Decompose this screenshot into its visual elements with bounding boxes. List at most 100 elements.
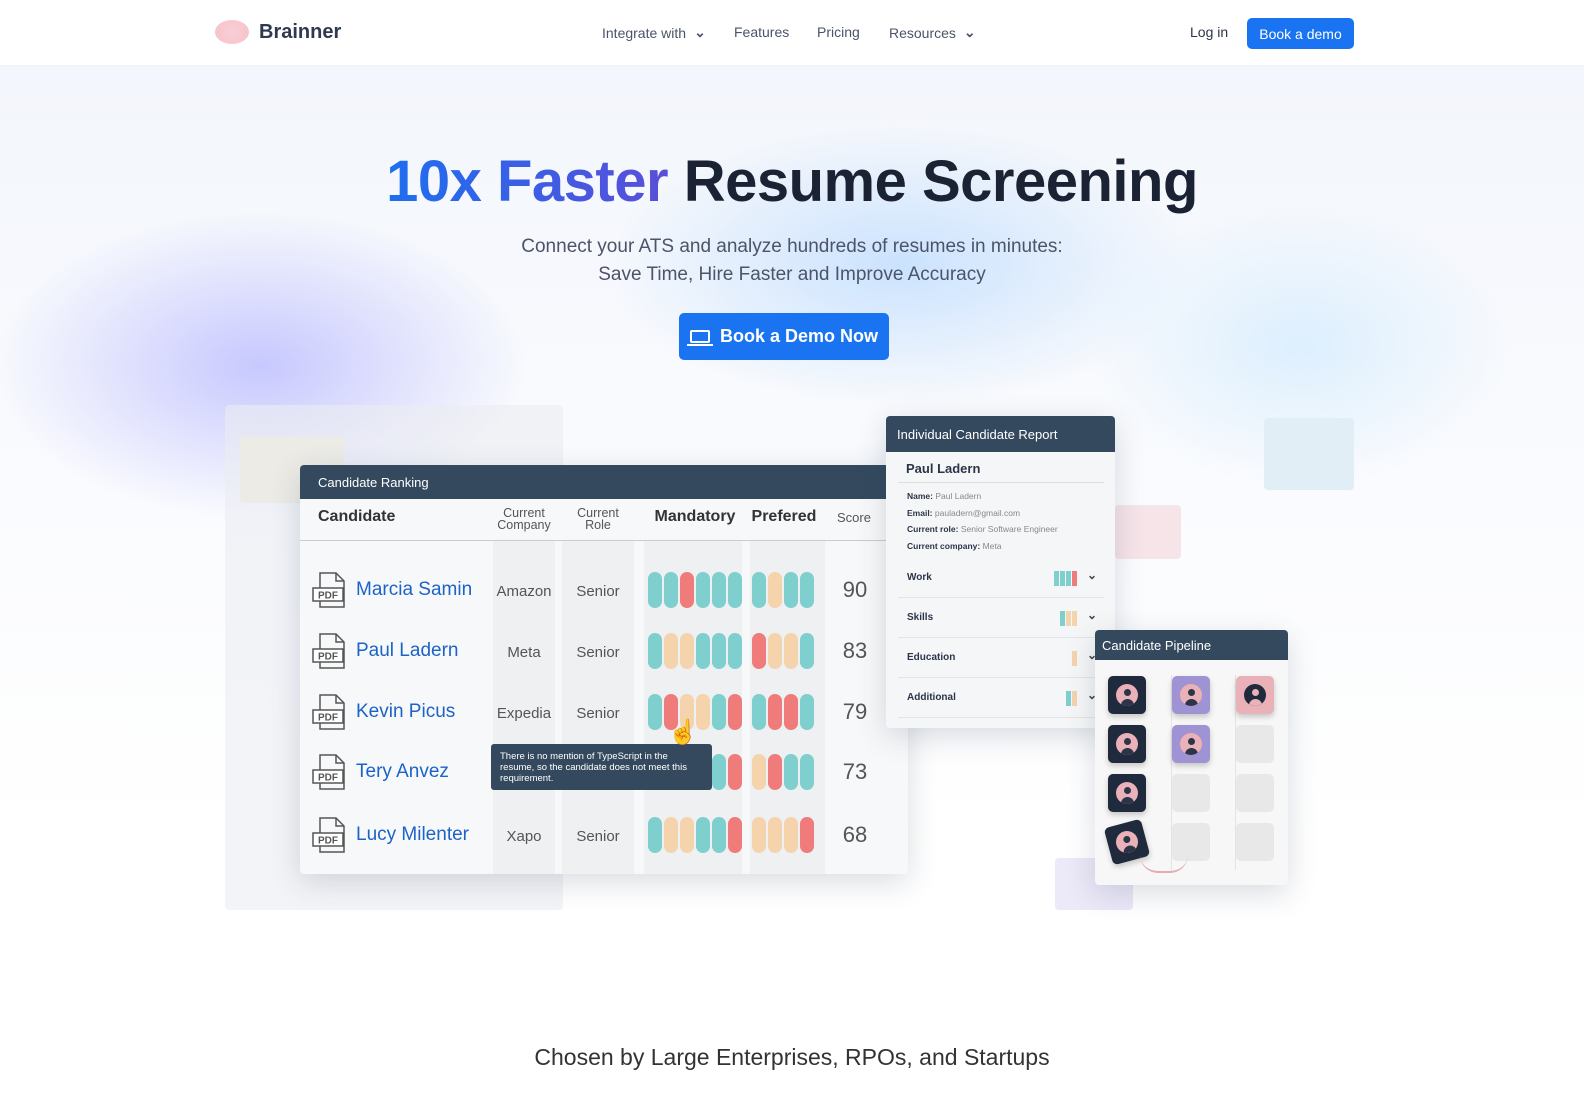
- nav-pricing[interactable]: Pricing: [817, 24, 860, 40]
- mandatory-bar-match[interactable]: [648, 694, 662, 730]
- mandatory-bar-match[interactable]: [712, 572, 726, 608]
- preferred-bar-partial[interactable]: [768, 817, 782, 853]
- login-link[interactable]: Log in: [1190, 24, 1228, 40]
- preferred-bar-match[interactable]: [784, 572, 798, 608]
- preferred-bar-miss[interactable]: [784, 694, 798, 730]
- mandatory-bar-match[interactable]: [648, 572, 662, 608]
- brand-logo[interactable]: Brainner: [215, 20, 341, 44]
- pipeline-candidate-card[interactable]: [1108, 774, 1146, 812]
- mandatory-bar-miss[interactable]: [728, 694, 742, 730]
- chevron-down-icon[interactable]: ⌄: [1087, 568, 1097, 582]
- mandatory-bar-miss[interactable]: [728, 817, 742, 853]
- mandatory-bar-match[interactable]: [728, 633, 742, 669]
- candidate-name[interactable]: Lucy Milenter: [356, 824, 469, 846]
- candidate-row[interactable]: PDF Lucy Milenter Xapo Senior 68: [300, 810, 908, 860]
- nav-integrate[interactable]: Integrate with ⌄: [602, 24, 706, 41]
- report-section-work[interactable]: Work ⌄: [898, 558, 1104, 598]
- preferred-bar-match[interactable]: [800, 754, 814, 790]
- header-company: Current Company: [497, 506, 551, 532]
- mini-bar-match: [1054, 571, 1059, 586]
- move-arrow-icon: [1140, 855, 1188, 873]
- mandatory-bar-match[interactable]: [696, 633, 710, 669]
- nav-resources[interactable]: Resources ⌄: [889, 24, 976, 41]
- mandatory-bar-match[interactable]: [648, 633, 662, 669]
- report-section-education[interactable]: Education ⌄: [898, 638, 1104, 678]
- candidate-name[interactable]: Paul Ladern: [356, 640, 458, 662]
- mandatory-bar-match[interactable]: [728, 572, 742, 608]
- header-score: Score: [837, 510, 871, 525]
- candidate-name[interactable]: Marcia Samin: [356, 579, 472, 601]
- mandatory-bar-partial[interactable]: [680, 817, 694, 853]
- cta-label: Book a Demo Now: [719, 326, 879, 346]
- mandatory-bar-partial[interactable]: [696, 694, 710, 730]
- candidate-row[interactable]: PDF Marcia Samin Amazon Senior 90: [300, 565, 908, 615]
- mandatory-bar-match[interactable]: [712, 633, 726, 669]
- preferred-bar-miss[interactable]: [768, 694, 782, 730]
- preferred-bar-miss[interactable]: [800, 817, 814, 853]
- preferred-bar-match[interactable]: [800, 572, 814, 608]
- mandatory-bar-partial[interactable]: [664, 633, 678, 669]
- pipeline-candidate-card[interactable]: [1172, 725, 1210, 763]
- preferred-bar-miss[interactable]: [768, 754, 782, 790]
- mandatory-bar-partial[interactable]: [680, 633, 694, 669]
- chevron-down-icon[interactable]: ⌄: [1087, 608, 1097, 622]
- svg-text:PDF: PDF: [318, 713, 338, 724]
- mandatory-bar-match[interactable]: [696, 572, 710, 608]
- preferred-bar-partial[interactable]: [768, 633, 782, 669]
- mandatory-bar-match[interactable]: [712, 754, 726, 790]
- preferred-bar-miss[interactable]: [752, 633, 766, 669]
- mini-bar-match: [1066, 571, 1071, 586]
- top-nav: Brainner Integrate with ⌄ Features Pricin…: [0, 0, 1584, 66]
- nav-label: Resources: [889, 24, 956, 41]
- pipeline-candidate-card[interactable]: [1108, 676, 1146, 714]
- candidate-company: Meta: [507, 644, 541, 661]
- book-demo-button[interactable]: Book a demo: [1247, 18, 1354, 49]
- candidate-row[interactable]: PDF Kevin Picus Expedia Senior 79: [300, 687, 908, 737]
- pdf-icon: PDF: [312, 633, 345, 669]
- candidate-score: 90: [842, 577, 868, 602]
- nav-features[interactable]: Features: [734, 24, 789, 40]
- mandatory-bar-match[interactable]: [664, 572, 678, 608]
- preferred-bar-partial[interactable]: [752, 754, 766, 790]
- preferred-bar-match[interactable]: [800, 694, 814, 730]
- hero-subtitle-2: Save Time, Hire Faster and Improve Accur…: [598, 264, 986, 285]
- title-rest: Resume Screening: [683, 149, 1199, 214]
- mandatory-bar-match[interactable]: [712, 694, 726, 730]
- candidate-name[interactable]: Kevin Picus: [356, 701, 455, 723]
- candidate-ranking-card: Candidate Ranking Candidate Current Comp…: [300, 465, 908, 874]
- preferred-bar-partial[interactable]: [784, 633, 798, 669]
- svg-text:PDF: PDF: [318, 773, 338, 784]
- pipeline-candidate-card[interactable]: [1236, 676, 1274, 714]
- preferred-bar-match[interactable]: [800, 633, 814, 669]
- mandatory-bar-match[interactable]: [648, 817, 662, 853]
- svg-text:PDF: PDF: [318, 591, 338, 602]
- preferred-bar-match[interactable]: [784, 754, 798, 790]
- pdf-icon: PDF: [312, 754, 345, 790]
- mandatory-bar-partial[interactable]: [664, 817, 678, 853]
- mandatory-bar-match[interactable]: [696, 817, 710, 853]
- report-section-additional[interactable]: Additional ⌄: [898, 678, 1104, 718]
- hero-title: 10x Faster Resume Screening: [0, 148, 1584, 215]
- report-section-skills[interactable]: Skills ⌄: [898, 598, 1104, 638]
- header-preferred: Prefered: [751, 508, 817, 525]
- preferred-bar-match[interactable]: [752, 572, 766, 608]
- preferred-bar-partial[interactable]: [768, 572, 782, 608]
- candidate-role: Senior: [576, 705, 620, 722]
- candidate-name[interactable]: Tery Anvez: [356, 761, 449, 783]
- pipeline-candidate-card[interactable]: [1108, 725, 1146, 763]
- report-field: Email: pauladern@gmail.com: [907, 507, 1021, 518]
- pipeline-candidate-card[interactable]: [1172, 676, 1210, 714]
- header-mandatory: Mandatory: [654, 508, 736, 525]
- mandatory-bar-match[interactable]: [712, 817, 726, 853]
- preferred-bar-partial[interactable]: [784, 817, 798, 853]
- user-icon: [1113, 828, 1141, 856]
- candidate-row[interactable]: PDF Paul Ladern Meta Senior 83: [300, 626, 908, 676]
- mandatory-bar-miss[interactable]: [728, 754, 742, 790]
- preferred-bar-partial[interactable]: [752, 817, 766, 853]
- mini-bar-match: [1066, 691, 1071, 706]
- header-role: Current Role: [577, 506, 619, 532]
- book-demo-now-button[interactable]: Book a Demo Now: [679, 313, 889, 360]
- mandatory-bar-miss[interactable]: [680, 572, 694, 608]
- user-icon: [1116, 782, 1138, 804]
- preferred-bar-match[interactable]: [752, 694, 766, 730]
